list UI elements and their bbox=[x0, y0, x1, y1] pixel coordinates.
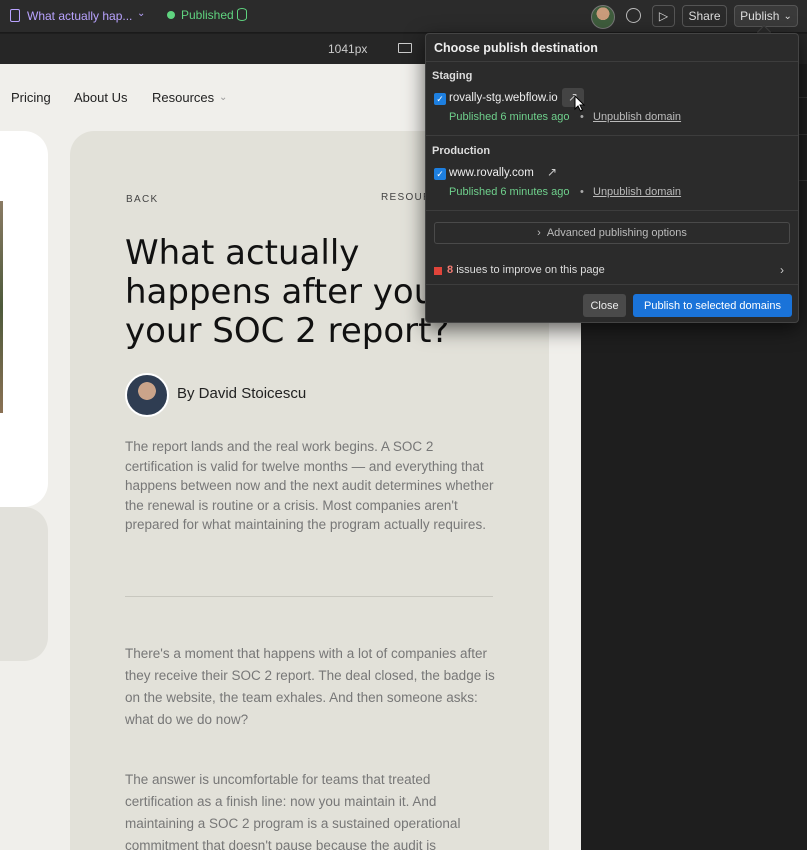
close-button[interactable]: Close bbox=[583, 294, 626, 317]
divider bbox=[426, 135, 798, 136]
production-published-note: Published 6 minutes ago bbox=[449, 186, 570, 198]
back-link[interactable]: BACK bbox=[126, 194, 158, 205]
issues-summary[interactable]: 8 issues to improve on this page bbox=[447, 264, 605, 276]
nav-link-pricing[interactable]: Pricing bbox=[11, 90, 51, 105]
publish-button[interactable]: Publish ⌄ bbox=[734, 5, 798, 27]
preview-button[interactable]: ▷ bbox=[652, 5, 675, 27]
divider bbox=[426, 210, 798, 211]
publish-to-selected-button[interactable]: Publish to selected domains bbox=[633, 294, 792, 317]
unpublish-production-link[interactable]: Unpublish domain bbox=[593, 186, 681, 198]
unpublish-staging-link[interactable]: Unpublish domain bbox=[593, 111, 681, 123]
author-avatar bbox=[125, 373, 169, 417]
divider bbox=[426, 61, 798, 62]
divider bbox=[125, 596, 493, 597]
production-checkbox[interactable]: ✓ bbox=[434, 168, 446, 180]
category-label: RESOUR bbox=[381, 192, 432, 203]
page-selector[interactable]: What actually hap... bbox=[27, 9, 132, 23]
issues-text: issues to improve on this page bbox=[456, 264, 605, 276]
article-intro: The report lands and the real work begin… bbox=[125, 439, 494, 532]
desktop-breakpoint-icon[interactable] bbox=[398, 43, 412, 53]
viewport-width[interactable]: 1041px bbox=[328, 42, 367, 56]
share-button[interactable]: Share bbox=[682, 5, 727, 27]
article-paragraph: There's a moment that happens with a lot… bbox=[125, 646, 495, 727]
nav-link-about-us[interactable]: About Us bbox=[74, 90, 127, 105]
secondary-card bbox=[0, 507, 48, 661]
chevron-down-icon: ⌄ bbox=[219, 92, 228, 103]
designer-topbar: What actually hap... ⌄ Published ▷ Share… bbox=[0, 0, 807, 33]
published-status-dot bbox=[167, 11, 175, 19]
chevron-down-icon[interactable]: ⌄ bbox=[137, 8, 145, 19]
divider bbox=[426, 284, 798, 285]
hero-image-card bbox=[0, 131, 48, 507]
production-label: Production bbox=[432, 145, 491, 157]
popover-title: Choose publish destination bbox=[434, 41, 598, 55]
page-icon bbox=[10, 9, 20, 22]
publish-status: Published bbox=[181, 8, 234, 22]
issues-count: 8 bbox=[447, 264, 454, 276]
database-icon[interactable] bbox=[237, 8, 247, 21]
comment-icon[interactable] bbox=[626, 8, 641, 23]
separator-dot: • bbox=[580, 111, 584, 123]
chevron-down-icon: ⌄ bbox=[783, 10, 792, 22]
hero-image bbox=[0, 201, 3, 413]
user-avatar[interactable] bbox=[591, 5, 615, 29]
open-external-icon[interactable]: ↗ bbox=[541, 163, 563, 182]
advanced-publishing-label: Advanced publishing options bbox=[546, 227, 687, 239]
publish-popover: Choose publish destination Staging ✓ rov… bbox=[425, 33, 799, 323]
separator-dot: • bbox=[580, 186, 584, 198]
nav-link-resources[interactable]: Resources bbox=[152, 90, 214, 105]
publish-button-label: Publish bbox=[740, 9, 780, 23]
staging-published-note: Published 6 minutes ago bbox=[449, 111, 570, 123]
article-paragraph: The answer is uncomfortable for teams th… bbox=[125, 772, 461, 850]
mouse-cursor-icon bbox=[574, 95, 586, 112]
staging-domain: rovally-stg.webflow.io bbox=[449, 92, 558, 104]
issue-indicator-icon bbox=[434, 267, 442, 275]
chevron-right-icon: › bbox=[537, 227, 541, 239]
play-icon: ▷ bbox=[658, 9, 669, 23]
author-name: By David Stoicescu bbox=[177, 385, 307, 402]
staging-checkbox[interactable]: ✓ bbox=[434, 93, 446, 105]
production-domain: www.rovally.com bbox=[449, 167, 534, 179]
chevron-right-icon[interactable]: › bbox=[780, 263, 784, 277]
staging-label: Staging bbox=[432, 70, 473, 82]
advanced-publishing-button[interactable]: › Advanced publishing options bbox=[434, 222, 790, 244]
